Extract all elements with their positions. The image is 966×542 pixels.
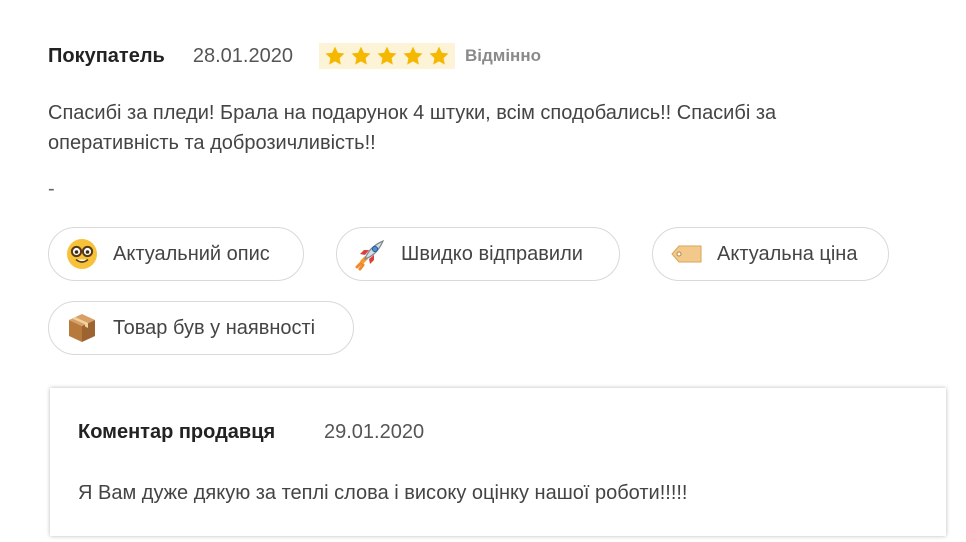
tag-actual-price[interactable]: Актуальна ціна — [652, 227, 889, 281]
review-card: Покупатель 28.01.2020 Відмінно Спасибі з… — [0, 0, 966, 542]
seller-reply: Коментар продавця 29.01.2020 Я Вам дуже … — [50, 388, 946, 536]
tag-fast-shipping[interactable]: Швидко відправили — [336, 227, 620, 281]
star-icon — [403, 46, 423, 65]
stars-container — [318, 43, 455, 69]
tag-accurate-description[interactable]: Актуальний опис — [48, 227, 304, 281]
tag-in-stock[interactable]: Товар був у наявності — [48, 301, 354, 355]
seller-reply-text: Я Вам дуже дякую за теплі слова і високу… — [78, 482, 688, 504]
star-icon — [377, 46, 397, 65]
seller-reply-date: 29.01.2020 — [324, 421, 425, 443]
review-author: Покупатель — [48, 44, 165, 67]
price-tag-icon — [671, 245, 702, 263]
star-rating: Відмінно — [318, 43, 541, 69]
rocket-icon — [355, 239, 385, 271]
star-icon — [325, 46, 345, 65]
tag-label: Швидко відправили — [401, 242, 583, 265]
tag-label: Товар був у наявності — [113, 316, 316, 339]
tag-label: Актуальний опис — [113, 242, 270, 265]
review-text: Спасибі за пледи! Брала на подарунок 4 ш… — [48, 102, 777, 154]
nerd-face-icon — [67, 239, 97, 269]
rating-label: Відмінно — [464, 46, 541, 65]
seller-reply-title: Коментар продавця — [78, 421, 276, 443]
star-icon — [429, 46, 449, 65]
review-date: 28.01.2020 — [192, 44, 293, 67]
star-icon — [351, 46, 371, 65]
package-icon — [69, 314, 95, 342]
tag-label: Актуальна ціна — [717, 242, 858, 265]
review-dash: - — [48, 178, 55, 200]
review-header: Покупатель 28.01.2020 Відмінно — [48, 40, 541, 72]
